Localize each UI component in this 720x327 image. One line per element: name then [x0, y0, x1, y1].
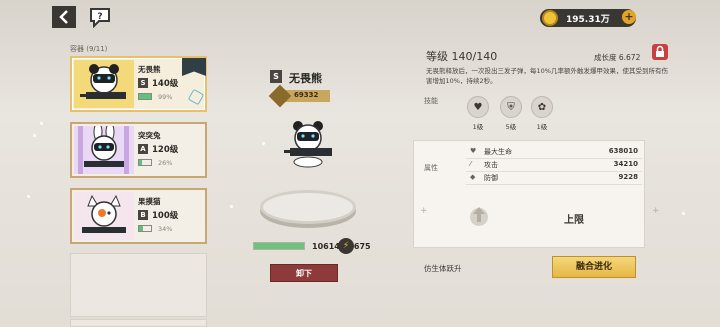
battery-icon: [138, 225, 152, 232]
pedestal: [260, 190, 356, 224]
upgrade-button[interactable]: [469, 203, 489, 227]
card-energy-pct: 99%: [158, 93, 173, 101]
plus-mark: +: [420, 206, 428, 216]
character-model[interactable]: [280, 118, 336, 168]
empty-slot[interactable]: [70, 319, 207, 327]
shield-icon: ⛨: [507, 102, 515, 113]
equipped-flag-icon: [182, 58, 206, 76]
power-value: 69332: [294, 91, 319, 99]
paw-icon: ✿: [537, 102, 547, 113]
back-arrow-icon: [59, 10, 68, 24]
stat-row-atk: ⁄ 攻击 34210: [466, 160, 642, 172]
card-rank-badge: S: [138, 78, 148, 88]
energy-bar: [253, 242, 305, 250]
skill-level: 1级: [472, 123, 484, 131]
rabbit-portrait: [74, 126, 134, 174]
skill-heart-button[interactable]: ♥: [467, 96, 489, 118]
shield-icon: ◆: [470, 173, 476, 181]
stat-row-def: ◆ 防御 9228: [466, 173, 642, 185]
back-button[interactable]: [52, 6, 76, 28]
unequip-button[interactable]: 卸下: [270, 264, 338, 282]
empty-slot[interactable]: [70, 253, 207, 317]
plus-icon: +: [624, 10, 634, 23]
bear-portrait: [74, 60, 134, 108]
help-button[interactable]: ?: [88, 6, 112, 29]
stats-panel: 属性 ♥ 最大生命 638010 ⁄ 攻击 34210 ◆ 防御 9228 上限: [413, 140, 645, 248]
card-level: 120级: [152, 145, 179, 155]
energy-icon: ⚡: [342, 241, 350, 251]
hexagon-icon: [187, 88, 205, 106]
stat-row-hp: ♥ 最大生命 638010: [466, 147, 642, 159]
card-level: 100级: [152, 211, 179, 221]
card-name: 无畏熊: [138, 65, 161, 74]
currency-value: 195.31万: [566, 15, 610, 25]
lock-button[interactable]: [652, 44, 668, 60]
skill-paw-button[interactable]: ✿: [531, 96, 553, 118]
battery-icon: [138, 159, 152, 166]
skill-description: 无畏熊释放后，一次投出三发子弹，每10%几率额外触发爆甲效果，使其受到所有伤害增…: [426, 67, 668, 85]
plus-mark: +: [652, 206, 660, 216]
character-rank-badge: S: [270, 70, 282, 83]
skills-label: 技能: [424, 97, 438, 105]
roster-count: 容器 (9/11): [70, 45, 108, 53]
add-currency-button[interactable]: +: [622, 10, 636, 24]
skill-shield-button[interactable]: ⛨: [500, 96, 522, 118]
svg-text:?: ?: [97, 12, 102, 22]
power-icon: [268, 84, 292, 108]
card-rank-badge: A: [138, 144, 148, 154]
upgrade-arrow-icon: [470, 207, 488, 226]
card-energy-pct: 26%: [158, 159, 173, 167]
roster-card-bear[interactable]: 无畏熊 S 140级 99%: [70, 56, 207, 112]
lock-icon: [656, 45, 664, 57]
card-rank-badge: B: [138, 210, 148, 220]
evolution-hint: 仿生体跃升: [424, 264, 462, 273]
skill-level: 5级: [505, 123, 517, 131]
energy-refill-button[interactable]: ⚡: [338, 238, 354, 254]
cat-portrait: [74, 192, 134, 240]
gold-coin-icon: [542, 10, 558, 26]
card-name: 果摸猫: [138, 197, 161, 206]
card-name: 突突兔: [138, 131, 161, 140]
growth-text: 成长度 6.672: [594, 53, 641, 62]
roster-card-cat[interactable]: 果摸猫 B 100级 34%: [70, 188, 207, 244]
attr-label: 属性: [424, 164, 438, 172]
battery-icon: [138, 93, 152, 100]
sword-icon: ⁄: [470, 160, 472, 168]
cap-label: 上限: [564, 215, 584, 226]
fusion-evolve-button[interactable]: 融合进化: [552, 256, 636, 278]
roster-card-rabbit[interactable]: 突突兔 A 120级 26%: [70, 122, 207, 178]
heart-icon: ♥: [470, 147, 477, 155]
skill-level: 1级: [536, 123, 548, 131]
heart-icon: ♥: [473, 102, 483, 113]
character-name: 无畏熊: [289, 72, 322, 85]
level-text: 等级 140/140: [426, 50, 498, 63]
help-bubble-icon: ?: [90, 8, 110, 29]
card-energy-pct: 34%: [158, 225, 173, 233]
card-level: 140级: [152, 79, 179, 89]
